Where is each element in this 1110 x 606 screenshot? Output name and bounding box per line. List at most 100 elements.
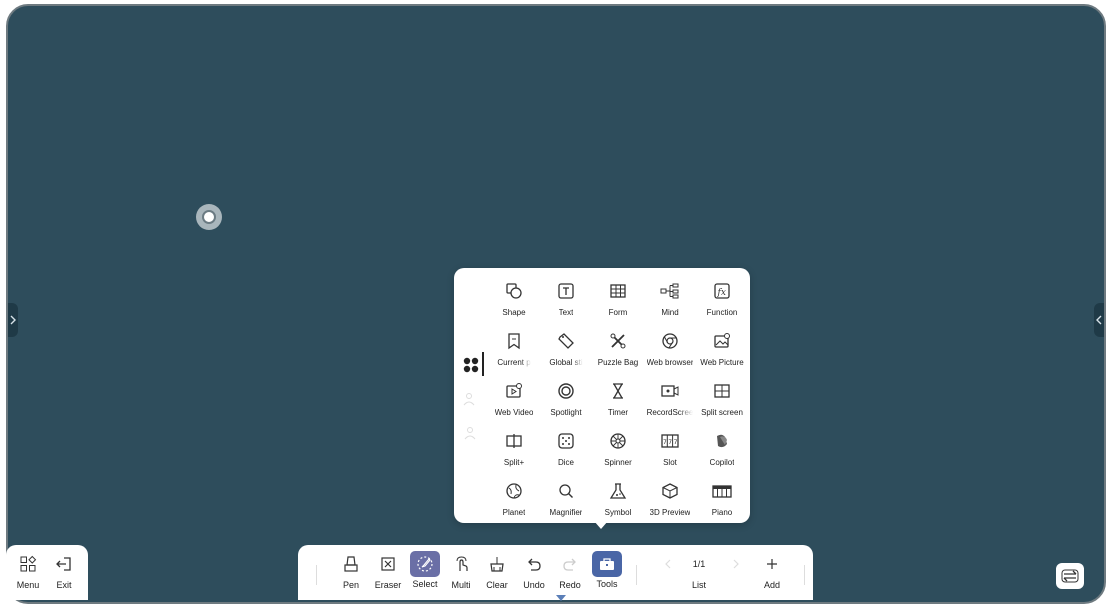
tool-split-plus[interactable]: Split+ <box>488 428 540 478</box>
svg-text:fx: fx <box>717 288 726 298</box>
swap-icon <box>1061 569 1079 583</box>
eraser-icon <box>381 557 395 571</box>
tool-timer[interactable]: Timer <box>592 378 644 428</box>
web-picture-icon <box>714 333 730 348</box>
puzzle-bag-icon <box>610 333 626 349</box>
prev-page-button[interactable] <box>650 553 686 575</box>
undo-button[interactable]: Undo <box>516 553 552 590</box>
chevron-right-icon <box>10 315 16 325</box>
split-plus-icon <box>506 434 522 448</box>
tool-planet[interactable]: Planet <box>488 478 540 528</box>
dice-icon <box>558 433 574 449</box>
select-active-bg <box>410 551 440 577</box>
3d-preview-icon <box>662 483 678 499</box>
symbol-icon <box>609 483 627 499</box>
plus-icon <box>767 559 777 569</box>
clear-button[interactable]: Clear <box>479 553 515 590</box>
tool-function[interactable]: fx Function <box>696 278 748 328</box>
redo-button[interactable]: Redo <box>552 553 588 590</box>
popup-pointer <box>594 521 608 529</box>
web-browser-icon <box>662 333 678 349</box>
tool-slot[interactable]: 777 Slot <box>644 428 696 478</box>
svg-text:7: 7 <box>663 439 667 446</box>
tool-piano[interactable]: Piano <box>696 478 748 528</box>
svg-text:7: 7 <box>668 439 672 446</box>
record-screen-icon <box>661 385 679 397</box>
tool-web-browser[interactable]: Web browser <box>644 328 696 378</box>
multi-touch-icon <box>456 556 468 571</box>
exit-icon <box>56 557 71 571</box>
tool-text[interactable]: Text <box>540 278 592 328</box>
chevron-left-icon <box>665 559 671 569</box>
slot-icon: 777 <box>661 434 679 448</box>
add-page-button[interactable]: Add <box>754 553 790 590</box>
main-toolbar: Pen Eraser Select Multi Clear Undo Redo … <box>298 545 813 601</box>
select-icon <box>417 556 433 572</box>
apps-icon <box>463 357 479 373</box>
shape-icon <box>506 283 522 299</box>
tool-dice[interactable]: Dice <box>540 428 592 478</box>
tool-record-screen[interactable]: RecordScree <box>644 378 696 428</box>
left-toolbar: Menu Exit <box>6 545 88 600</box>
tool-web-picture[interactable]: Web Picture <box>696 328 748 378</box>
pen-icon <box>344 556 358 572</box>
tool-web-video[interactable]: Web Video <box>488 378 540 428</box>
tools-popup: Shape Text Form Mind fx Function Current… <box>454 268 750 523</box>
category-people[interactable] <box>460 388 482 410</box>
category-apps[interactable] <box>460 354 482 376</box>
current-page-icon <box>508 333 520 350</box>
category-user[interactable] <box>460 422 482 444</box>
toolbar-divider <box>804 565 805 585</box>
clear-icon <box>490 557 504 572</box>
people-icon <box>463 393 475 406</box>
menu-icon <box>20 555 37 572</box>
select-button[interactable]: Select <box>407 551 443 589</box>
right-panel-toggle[interactable] <box>1094 303 1104 337</box>
function-icon: fx <box>714 283 730 299</box>
user-icon <box>464 427 476 440</box>
web-video-icon <box>506 383 522 398</box>
tool-shape[interactable]: Shape <box>488 278 540 328</box>
tool-spinner[interactable]: Spinner <box>592 428 644 478</box>
timer-icon <box>613 383 623 399</box>
tool-grid: Shape Text Form Mind fx Function Current… <box>488 278 750 528</box>
toolbar-divider <box>636 565 637 585</box>
copilot-icon <box>717 434 727 448</box>
toolbar-divider <box>316 565 317 585</box>
tool-global-sticker[interactable]: Global sti <box>540 328 592 378</box>
tool-copilot[interactable]: Copilot <box>696 428 748 478</box>
svg-text:7: 7 <box>674 439 678 446</box>
exit-button[interactable]: Exit <box>46 553 82 590</box>
redo-icon <box>563 558 576 571</box>
menu-button[interactable]: Menu <box>10 553 46 590</box>
toolbar-expand-indicator[interactable] <box>556 595 566 601</box>
split-screen-icon <box>714 384 730 398</box>
page-indicator[interactable]: 1/1 List <box>682 553 716 590</box>
spotlight-icon <box>558 383 574 399</box>
category-selected-indicator <box>482 352 484 376</box>
tool-split-screen[interactable]: Split screen <box>696 378 748 428</box>
planet-icon <box>506 483 522 499</box>
left-panel-toggle[interactable] <box>8 303 18 337</box>
tool-3d-preview[interactable]: 3D Preview <box>644 478 696 528</box>
tool-form[interactable]: Form <box>592 278 644 328</box>
tool-mind[interactable]: Mind <box>644 278 696 328</box>
pointer-cursor <box>196 204 222 230</box>
tool-puzzle-bag[interactable]: Puzzle Bag <box>592 328 644 378</box>
text-icon <box>558 283 574 299</box>
next-page-button[interactable] <box>718 553 754 575</box>
eraser-button[interactable]: Eraser <box>370 553 406 590</box>
tools-button[interactable]: Tools <box>589 551 625 589</box>
chevron-right-icon <box>733 559 739 569</box>
tools-active-bg <box>592 551 622 577</box>
tool-magnifier[interactable]: Magnifier <box>540 478 592 528</box>
spinner-icon <box>610 433 626 449</box>
tool-spotlight[interactable]: Spotlight <box>540 378 592 428</box>
pen-button[interactable]: Pen <box>333 553 369 590</box>
switch-button[interactable] <box>1056 563 1084 589</box>
tool-current-page[interactable]: Current p <box>488 328 540 378</box>
magnifier-icon <box>559 484 573 498</box>
multi-button[interactable]: Multi <box>443 553 479 590</box>
mind-icon <box>660 283 679 299</box>
piano-icon <box>712 485 732 498</box>
